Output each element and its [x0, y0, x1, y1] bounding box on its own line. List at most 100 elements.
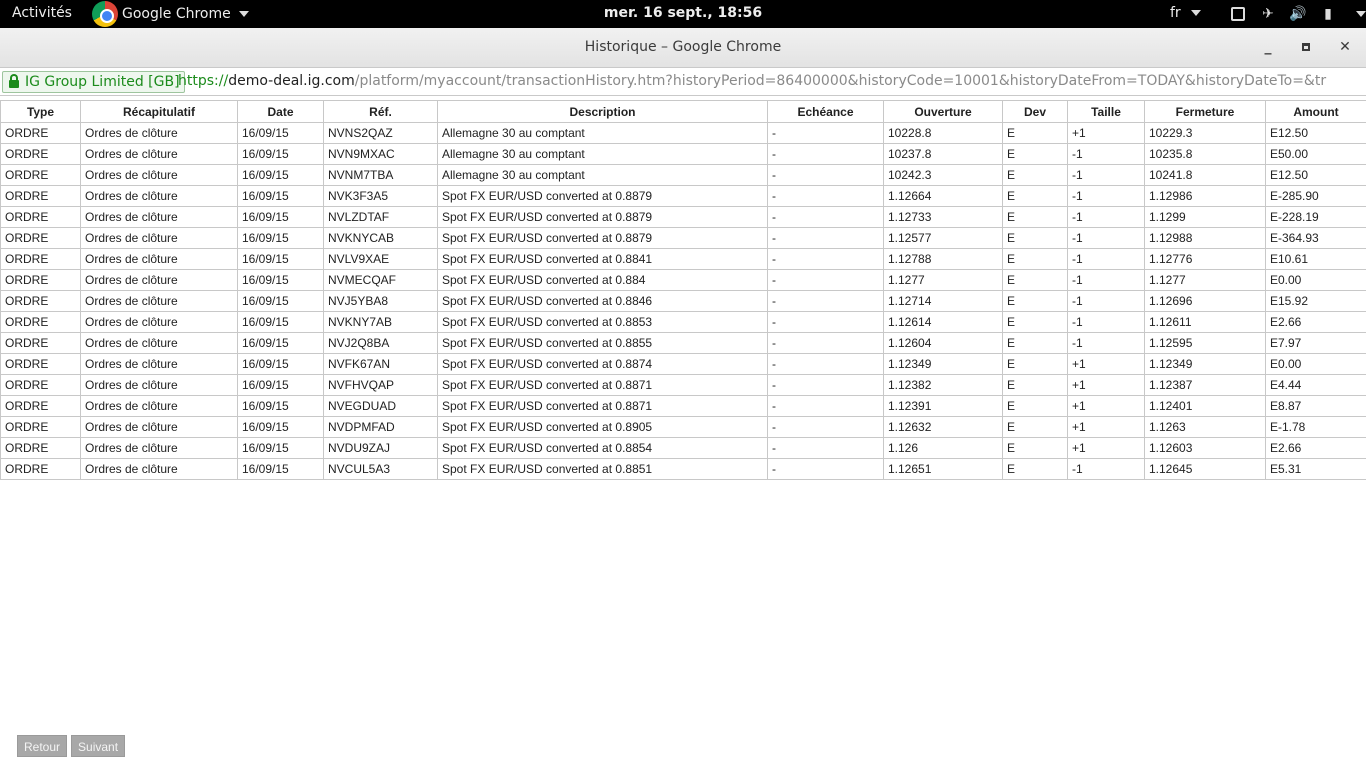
column-header[interactable]: Ouverture — [883, 100, 1003, 123]
table-row[interactable]: ORDRE Ordres de clôture 16/09/15 NVNS2QAZ Al… — [0, 122, 1366, 144]
column-header[interactable]: Echéance — [767, 100, 884, 123]
table-row[interactable]: ORDRE Ordres de clôture 16/09/15 NVJ5YBA8 Sp… — [0, 290, 1366, 312]
chrome-logo-icon — [92, 1, 118, 27]
table-row[interactable]: ORDRE Ordres de clôture 16/09/15 NVMECQAF Sp… — [0, 269, 1366, 291]
column-header[interactable]: Taille — [1067, 100, 1145, 123]
table-cell: E — [1002, 332, 1068, 354]
table-row[interactable]: ORDRE Ordres de clôture 16/09/15 NVDPMFAD Sp… — [0, 416, 1366, 438]
table-cell: - — [767, 290, 884, 312]
table-cell: E — [1002, 227, 1068, 249]
table-row[interactable]: ORDRE Ordres de clôture 16/09/15 NVFK67AN Sp… — [0, 353, 1366, 375]
address-bar[interactable]: IG Group Limited [GB] https://demo-deal.… — [0, 69, 1366, 96]
next-page-button[interactable]: Suivant — [71, 735, 126, 757]
table-cell: NVDU9ZAJ — [323, 437, 438, 459]
table-cell: E10.61 — [1265, 248, 1366, 270]
table-row[interactable]: ORDRE Ordres de clôture 16/09/15 NVJ2Q8BA Sp… — [0, 332, 1366, 354]
table-cell: ORDRE — [0, 185, 81, 207]
table-cell: ORDRE — [0, 227, 81, 249]
close-button[interactable]: ✕ — [1336, 38, 1354, 56]
column-header[interactable]: Amount — [1265, 100, 1366, 123]
table-cell: -1 — [1067, 269, 1145, 291]
table-cell: NVJ2Q8BA — [323, 332, 438, 354]
volume-icon[interactable]: 🔊 — [1288, 4, 1308, 24]
table-cell: -1 — [1067, 164, 1145, 186]
table-cell: -1 — [1067, 332, 1145, 354]
table-cell: +1 — [1067, 437, 1145, 459]
table-cell: Ordres de clôture — [80, 374, 238, 396]
window-overview-icon[interactable] — [1228, 4, 1248, 24]
table-cell: Ordres de clôture — [80, 164, 238, 186]
url-host: demo-deal.ig.com — [228, 73, 355, 89]
column-header[interactable]: Récapitulatif — [80, 100, 238, 123]
table-cell: Spot FX EUR/USD converted at 0.8841 — [437, 248, 768, 270]
table-cell: Spot FX EUR/USD converted at 0.8851 — [437, 458, 768, 480]
table-row[interactable]: ORDRE Ordres de clôture 16/09/15 NVLZDTAF Sp… — [0, 206, 1366, 228]
column-header[interactable]: Réf. — [323, 100, 438, 123]
table-cell: - — [767, 269, 884, 291]
column-header[interactable]: Dev — [1002, 100, 1068, 123]
table-row[interactable]: ORDRE Ordres de clôture 16/09/15 NVKNY7AB Sp… — [0, 311, 1366, 333]
table-cell: NVNM7TBA — [323, 164, 438, 186]
table-cell: 1.12651 — [883, 458, 1003, 480]
table-cell: 1.12733 — [883, 206, 1003, 228]
table-cell: 1.12788 — [883, 248, 1003, 270]
table-cell: - — [767, 227, 884, 249]
window-title-bar[interactable]: Historique – Google Chrome _ ✕ — [0, 28, 1366, 68]
chevron-down-icon — [238, 11, 249, 17]
table-cell: E-285.90 — [1265, 185, 1366, 207]
app-menu[interactable]: Google Chrome — [92, 0, 249, 28]
table-row[interactable]: ORDRE Ordres de clôture 16/09/15 NVFHVQAP Sp… — [0, 374, 1366, 396]
url-field[interactable]: https://demo-deal.ig.com/platform/myacco… — [178, 73, 1364, 89]
table-cell: 1.12387 — [1144, 374, 1266, 396]
chevron-down-icon[interactable] — [1356, 11, 1366, 17]
table-cell: 1.12988 — [1144, 227, 1266, 249]
table-cell: -1 — [1067, 206, 1145, 228]
minimize-button[interactable]: _ — [1259, 38, 1277, 56]
security-indicator[interactable]: IG Group Limited [GB] — [2, 71, 185, 93]
activities-button[interactable]: Activités — [12, 5, 72, 21]
previous-page-button[interactable]: Retour — [17, 735, 68, 757]
table-row[interactable]: ORDRE Ordres de clôture 16/09/15 NVNM7TBA Al… — [0, 164, 1366, 186]
airplane-mode-icon[interactable]: ✈ — [1258, 4, 1278, 24]
column-header[interactable]: Date — [237, 100, 324, 123]
table-cell: -1 — [1067, 311, 1145, 333]
column-header[interactable]: Type — [0, 100, 81, 123]
table-cell: Ordres de clôture — [80, 143, 238, 165]
table-cell: 1.12604 — [883, 332, 1003, 354]
table-cell: 1.12577 — [883, 227, 1003, 249]
battery-icon[interactable]: ▮ — [1318, 4, 1338, 24]
table-cell: ORDRE — [0, 374, 81, 396]
table-cell: 16/09/15 — [237, 458, 324, 480]
column-header[interactable]: Description — [437, 100, 768, 123]
table-row[interactable]: ORDRE Ordres de clôture 16/09/15 NVN9MXAC Al… — [0, 143, 1366, 165]
table-row[interactable]: ORDRE Ordres de clôture 16/09/15 NVKNYCAB Sp… — [0, 227, 1366, 249]
column-header[interactable]: Fermeture — [1144, 100, 1266, 123]
table-cell: NVNS2QAZ — [323, 122, 438, 144]
table-cell: E0.00 — [1265, 353, 1366, 375]
table-cell: E — [1002, 164, 1068, 186]
table-row[interactable]: ORDRE Ordres de clôture 16/09/15 NVDU9ZAJ Sp… — [0, 437, 1366, 459]
table-cell: E0.00 — [1265, 269, 1366, 291]
table-cell: Spot FX EUR/USD converted at 0.8846 — [437, 290, 768, 312]
table-cell: Spot FX EUR/USD converted at 0.8879 — [437, 185, 768, 207]
table-row[interactable]: ORDRE Ordres de clôture 16/09/15 NVK3F3A5 Sp… — [0, 185, 1366, 207]
table-cell: Ordres de clôture — [80, 122, 238, 144]
table-cell: E — [1002, 416, 1068, 438]
clock[interactable]: mer. 16 sept., 18:56 — [604, 5, 762, 21]
input-language-menu[interactable]: fr — [1170, 5, 1201, 21]
chevron-down-icon — [1190, 10, 1201, 16]
transaction-history-table: Type Récapitulatif Date Réf. Description… — [0, 100, 1366, 480]
table-row[interactable]: ORDRE Ordres de clôture 16/09/15 NVEGDUAD Sp… — [0, 395, 1366, 417]
table-row[interactable]: ORDRE Ordres de clôture 16/09/15 NVCUL5A3 Sp… — [0, 458, 1366, 480]
maximize-button[interactable] — [1297, 38, 1315, 56]
table-cell: ORDRE — [0, 248, 81, 270]
table-cell: E5.31 — [1265, 458, 1366, 480]
system-tray: ✈ 🔊 ▮ — [1228, 4, 1366, 24]
table-cell: E — [1002, 143, 1068, 165]
table-cell: E — [1002, 185, 1068, 207]
table-row[interactable]: ORDRE Ordres de clôture 16/09/15 NVLV9XAE Sp… — [0, 248, 1366, 270]
table-cell: 16/09/15 — [237, 311, 324, 333]
table-cell: E — [1002, 206, 1068, 228]
table-cell: -1 — [1067, 185, 1145, 207]
table-header-row: Type Récapitulatif Date Réf. Description… — [0, 100, 1366, 123]
